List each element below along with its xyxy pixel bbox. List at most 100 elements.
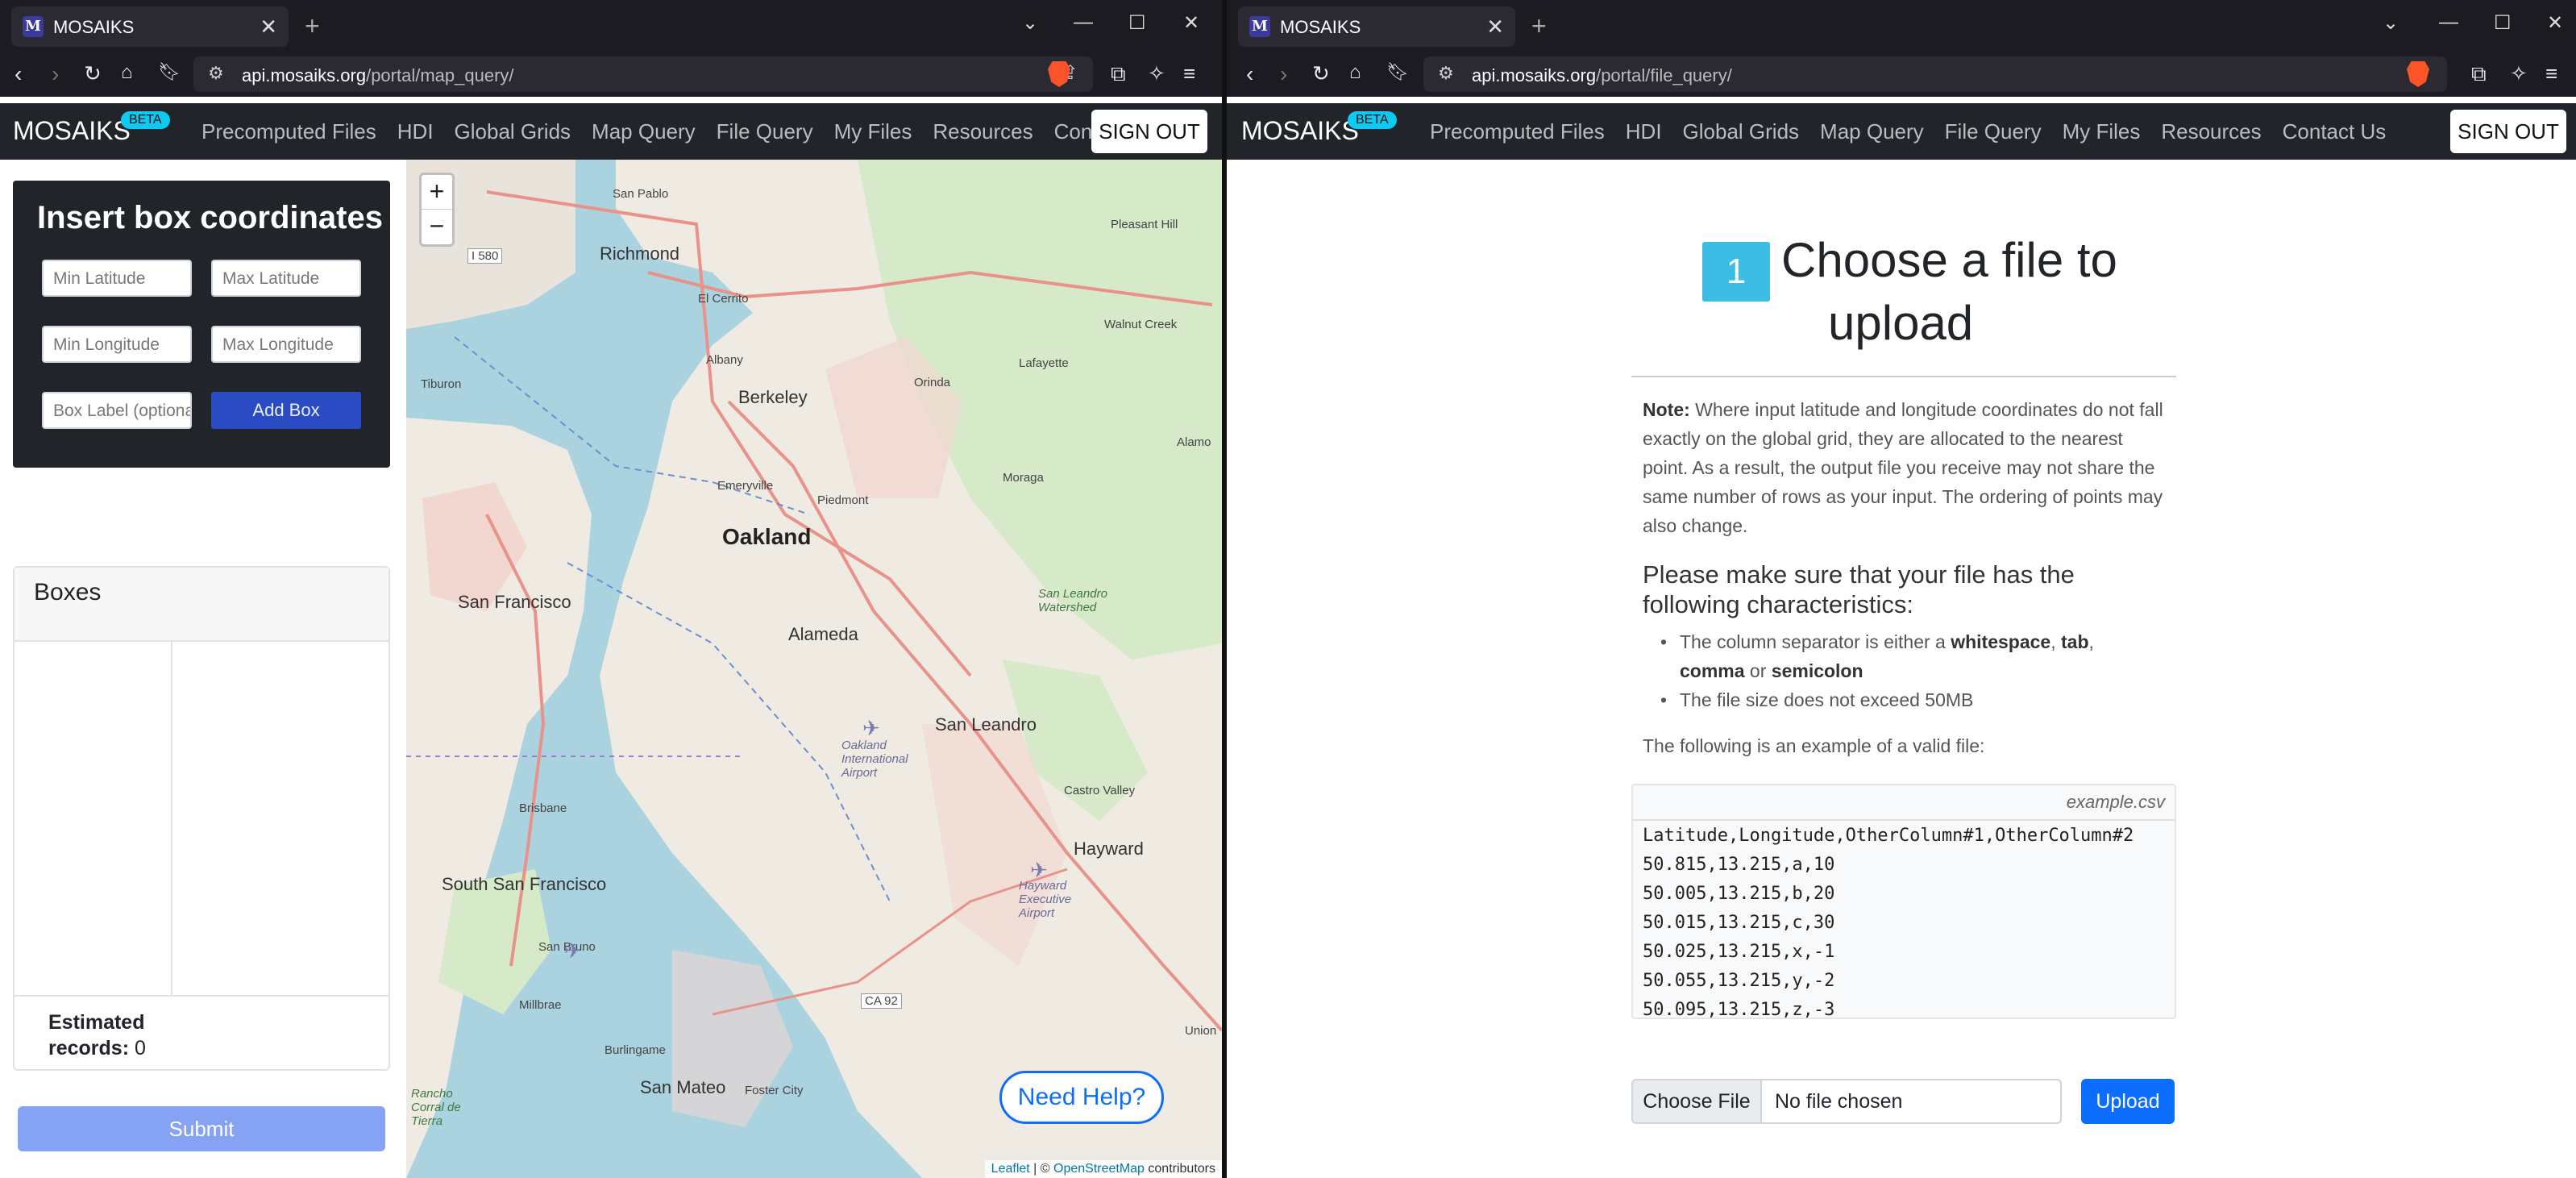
site-settings-icon[interactable]: ⚙ (208, 63, 224, 84)
example-file-box: example.csv Latitude,Longitude,OtherColu… (1631, 784, 2176, 1020)
choose-file-button[interactable]: Choose File (1631, 1079, 1760, 1124)
site-brand[interactable]: MOSAIKS (13, 116, 131, 146)
file-name-display[interactable]: No file chosen (1760, 1079, 2062, 1124)
close-tab-icon[interactable]: ✕ (260, 15, 277, 40)
max-latitude-input[interactable]: Max Latitude (211, 260, 361, 297)
nav-precomputed-files[interactable]: Precomputed Files (1430, 119, 1605, 144)
nav-file-query[interactable]: File Query (717, 119, 813, 144)
map-label-millbrae: Millbrae (519, 998, 562, 1012)
tab-title: MOSAIKS (53, 17, 135, 37)
beta-badge: BETA (121, 111, 170, 129)
close-window-icon[interactable]: ✕ (1183, 11, 1199, 35)
map-view[interactable]: + − Oakland San Francisco Berkeley Alame… (406, 160, 1222, 1178)
back-icon[interactable]: ‹ (1246, 61, 1253, 87)
menu-icon[interactable]: ≡ (2545, 61, 2557, 86)
need-help-button[interactable]: Need Help? (999, 1071, 1164, 1124)
bookmark-icon[interactable]: 🔖︎ (1386, 61, 1409, 82)
nav-map-query[interactable]: Map Query (592, 119, 696, 144)
tab-list-icon[interactable]: ⌄ (2383, 11, 2399, 35)
browser-window-file-query: M MOSAIKS ✕ + ⌄ — ☐ ✕ ‹ › ↻ ⌂ 🔖︎ ⚙ api.m… (1227, 0, 2576, 1178)
code-line: Latitude,Longitude,OtherColumn#1,OtherCo… (1643, 826, 2134, 846)
address-bar[interactable]: ⚙ api.mosaiks.org/portal/map_query/ ⇪ (193, 56, 1093, 92)
map-label-ca92: CA 92 (861, 993, 902, 1009)
example-filename: example.csv (2066, 792, 2165, 812)
new-tab-icon[interactable]: + (305, 11, 320, 41)
reload-icon[interactable]: ↻ (84, 61, 102, 86)
map-label-pleasant-hill: Pleasant Hill (1111, 218, 1178, 231)
site-settings-icon[interactable]: ⚙ (1438, 63, 1454, 84)
mosaiks-favicon-icon: M (23, 16, 44, 37)
url-path: /portal/map_query/ (366, 65, 514, 85)
leaflet-link[interactable]: Leaflet (991, 1162, 1030, 1176)
minimize-icon[interactable]: — (1074, 11, 1093, 34)
minimize-icon[interactable]: — (2439, 11, 2458, 34)
close-window-icon[interactable]: ✕ (2547, 11, 2563, 35)
bookmark-icon[interactable]: 🔖︎ (158, 61, 181, 82)
min-latitude-input[interactable]: Min Latitude (42, 260, 192, 297)
map-label-foster-city: Foster City (745, 1084, 804, 1097)
maximize-icon[interactable]: ☐ (2494, 11, 2512, 35)
boxes-table-divider (171, 642, 172, 995)
zoom-in-button[interactable]: + (422, 175, 452, 210)
min-longitude-input[interactable]: Min Longitude (42, 326, 192, 363)
tab-list-icon[interactable]: ⌄ (1022, 11, 1038, 35)
site-navbar: MOSAIKS BETA Precomputed Files HDI Global … (1227, 103, 2576, 160)
zoom-out-button[interactable]: − (422, 210, 452, 244)
nav-hdi[interactable]: HDI (1626, 119, 1662, 144)
map-label-hayward: Hayward (1074, 839, 1144, 859)
map-label-orinda: Orinda (914, 376, 951, 389)
nav-resources[interactable]: Resources (933, 119, 1032, 144)
home-icon[interactable]: ⌂ (1349, 61, 1361, 84)
max-longitude-input[interactable]: Max Longitude (211, 326, 361, 363)
map-attribution: Leaflet | © OpenStreetMap contributors (984, 1160, 1222, 1178)
nav-global-grids[interactable]: Global Grids (1683, 119, 1800, 144)
nav-map-query[interactable]: Map Query (1820, 119, 1924, 144)
requirements-heading: Please make sure that your file has the … (1643, 560, 2075, 618)
map-label-alameda: Alameda (788, 624, 858, 644)
forward-icon[interactable]: › (52, 61, 59, 87)
nav-global-grids[interactable]: Global Grids (455, 119, 571, 144)
extensions-icon[interactable]: ⧉ (1111, 61, 1126, 87)
box-label-input[interactable]: Box Label (optional) (42, 392, 192, 429)
sign-out-button[interactable]: SIGN OUT (1091, 110, 1207, 153)
close-tab-icon[interactable]: ✕ (1486, 15, 1504, 40)
map-label-hayward-airport: Hayward Executive Airport (1019, 879, 1072, 920)
map-label-oakland: Oakland (722, 524, 812, 549)
maximize-icon[interactable]: ☐ (1128, 11, 1146, 35)
code-line: 50.015,13.215,c,30 (1643, 913, 1835, 933)
list-item: The file size does not exceed 50MB (1660, 685, 2163, 714)
nav-my-files[interactable]: My Files (2063, 119, 2141, 144)
leo-ai-icon[interactable]: ✧ (1148, 61, 1165, 86)
nav-resources[interactable]: Resources (2161, 119, 2261, 144)
add-box-button[interactable]: Add Box (211, 392, 361, 429)
site-brand[interactable]: MOSAIKS (1241, 116, 1359, 146)
home-icon[interactable]: ⌂ (121, 61, 133, 84)
openstreetmap-link[interactable]: OpenStreetMap (1053, 1162, 1145, 1176)
map-label-rancho-corral: Rancho Corral de Tierra (411, 1087, 461, 1128)
map-label-berkeley: Berkeley (738, 387, 808, 407)
browser-tab[interactable]: M MOSAIKS ✕ (1238, 6, 1515, 47)
back-icon[interactable]: ‹ (15, 61, 22, 87)
new-tab-icon[interactable]: + (1531, 11, 1547, 41)
nav-file-query[interactable]: File Query (1945, 119, 2042, 144)
leo-ai-icon[interactable]: ✧ (2510, 61, 2528, 86)
forward-icon[interactable]: › (1280, 61, 1287, 87)
nav-hdi[interactable]: HDI (397, 119, 434, 144)
menu-icon[interactable]: ≡ (1183, 61, 1195, 86)
tab-strip: M MOSAIKS ✕ + ⌄ — ☐ ✕ (0, 0, 1222, 52)
sign-out-button[interactable]: SIGN OUT (2450, 110, 2566, 153)
submit-button[interactable]: Submit (18, 1106, 385, 1151)
tab-strip: M MOSAIKS ✕ + ⌄ — ☐ ✕ (1227, 0, 2576, 52)
address-bar[interactable]: ⚙ api.mosaiks.org/portal/file_query/ ⇪ (1423, 56, 2447, 92)
nav-contact-us[interactable]: Contact Us (2283, 119, 2387, 144)
extensions-icon[interactable]: ⧉ (2471, 61, 2487, 87)
reload-icon[interactable]: ↻ (1312, 61, 1330, 86)
grid-allocation-note: Note: Where input latitude and longitude… (1643, 395, 2167, 540)
upload-button[interactable]: Upload (2081, 1079, 2175, 1124)
site-navbar: MOSAIKS BETA Precomputed Files HDI Global … (0, 103, 1222, 160)
nav-precomputed-files[interactable]: Precomputed Files (202, 119, 376, 144)
browser-tab[interactable]: M MOSAIKS ✕ (11, 6, 289, 47)
nav-my-files[interactable]: My Files (834, 119, 912, 144)
note-label: Note: (1643, 399, 1690, 420)
url-host: api.mosaiks.org (242, 65, 367, 85)
